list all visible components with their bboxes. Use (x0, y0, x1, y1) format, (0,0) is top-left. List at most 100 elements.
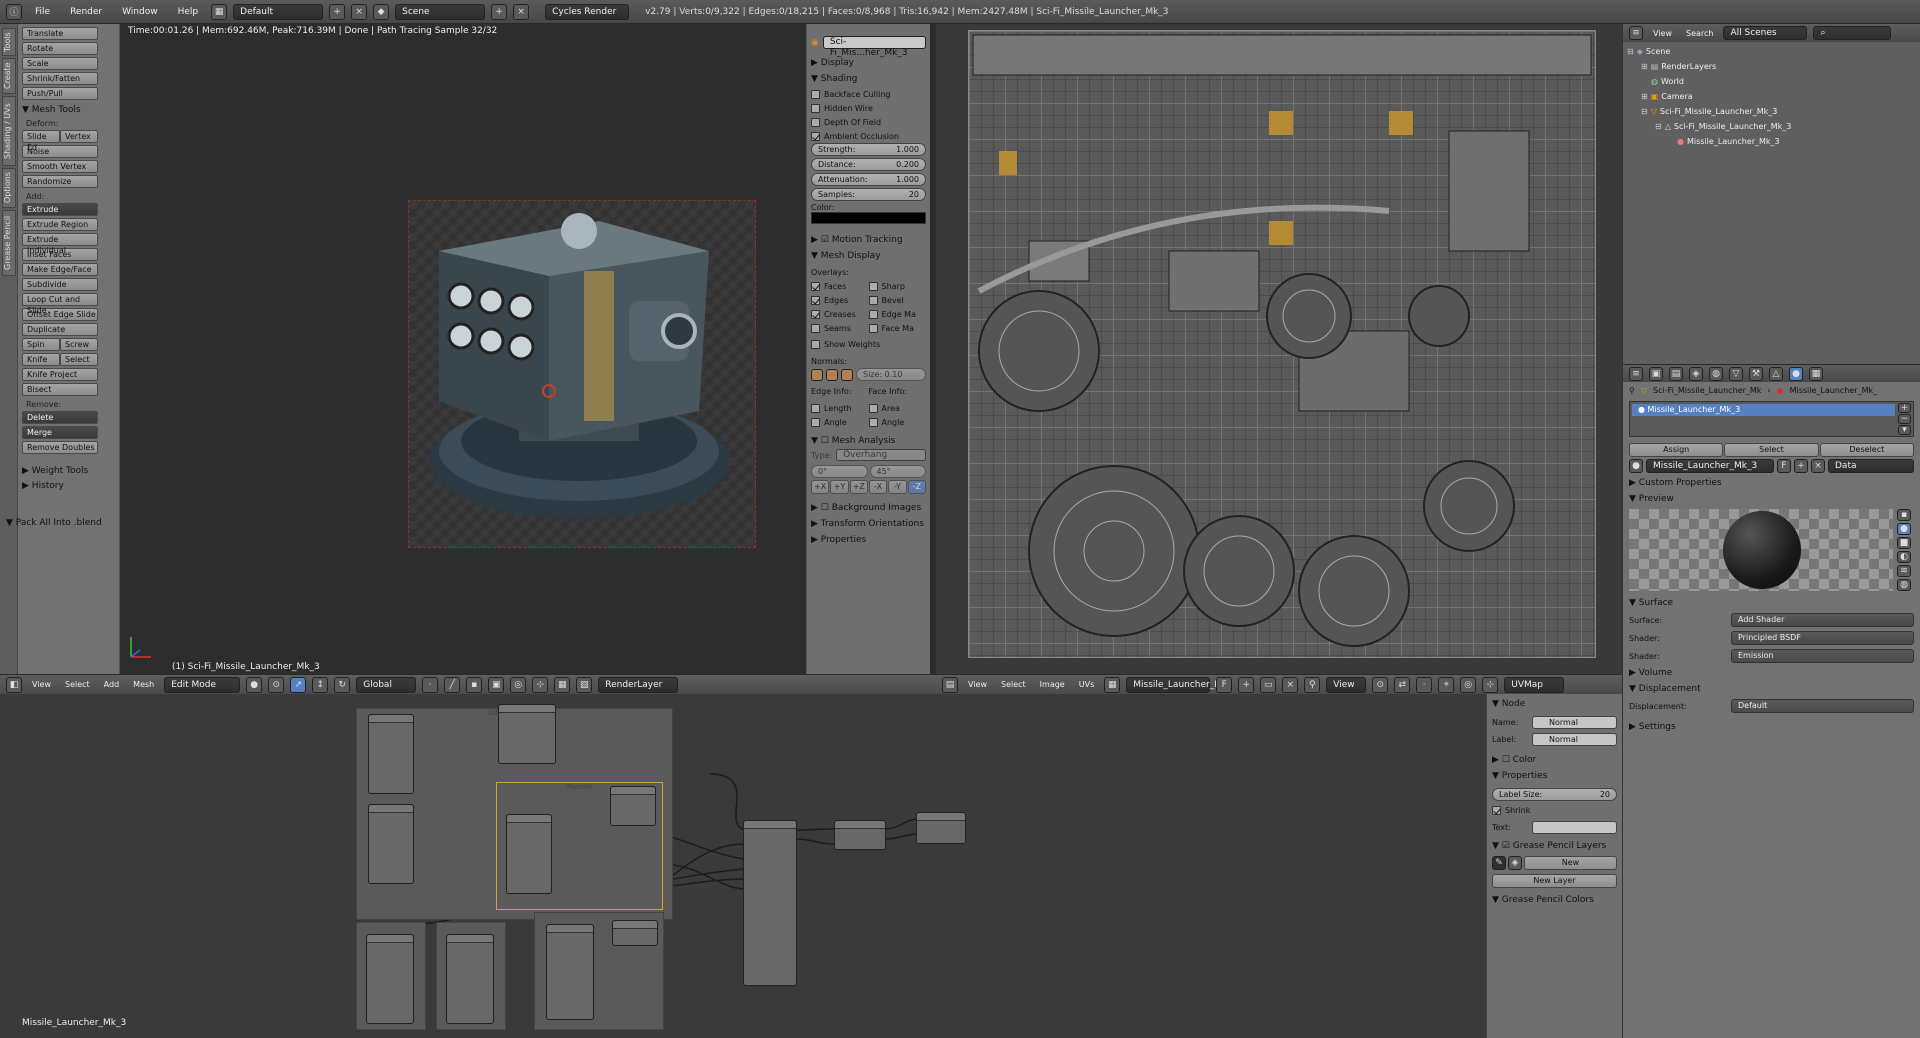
backface-culling-check[interactable]: Backface Culling (811, 87, 926, 101)
proportional-icon[interactable]: ◎ (510, 676, 527, 693)
preview-sphere-icon[interactable]: ● (1897, 523, 1911, 535)
mix-rgb-node[interactable] (498, 704, 556, 764)
tab-create[interactable]: Create (2, 58, 16, 94)
edge-angle-check[interactable]: Angle (811, 415, 869, 429)
bisect-button[interactable]: Bisect (22, 383, 98, 396)
screw-button[interactable]: Screw (60, 338, 98, 351)
rotate-manip-icon[interactable]: ↻ (334, 676, 351, 693)
render-engine-select[interactable]: Cycles Render (545, 3, 630, 20)
image-fake-user-icon[interactable]: F (1216, 676, 1233, 693)
uv-view-menu[interactable]: View (964, 680, 991, 689)
ambient-occlusion-box[interactable] (811, 131, 820, 141)
preview-sky-icon[interactable]: ◍ (1897, 579, 1911, 591)
ao-attenuation-field[interactable]: Attenuation: 1.000 (811, 173, 926, 186)
vertex-select-icon[interactable]: · (422, 676, 439, 693)
hidden-wire-check[interactable]: Hidden Wire (811, 101, 926, 115)
edge-length-box[interactable] (811, 403, 820, 413)
displacement-header[interactable]: ▼ Displacement (1623, 681, 1920, 697)
pivot-icon[interactable]: ⊙ (268, 676, 285, 693)
shading-mode-icon[interactable]: ● (246, 676, 263, 693)
scene-icon[interactable]: ◆ (373, 3, 390, 20)
assign-button[interactable]: Assign (1629, 443, 1724, 457)
seams-box[interactable] (811, 323, 820, 333)
subdivide-button[interactable]: Subdivide (22, 278, 98, 291)
offset-edge-slide-button[interactable]: Offset Edge Slide (22, 308, 98, 321)
deselect-button[interactable]: Deselect (1819, 443, 1914, 457)
layers-tab-icon[interactable]: ▤ (1669, 366, 1683, 381)
edges-box[interactable] (811, 295, 820, 305)
gp-pencil-icon[interactable]: ✎ (1492, 856, 1506, 870)
merge-dropdown[interactable]: Merge (22, 426, 98, 439)
roughness-image-node[interactable] (366, 934, 414, 1024)
add-material-icon[interactable]: + (1794, 459, 1808, 473)
gp-colors-header[interactable]: ▼ Grease Pencil Colors (1492, 892, 1617, 908)
loop-cut-button[interactable]: Loop Cut and Slide (22, 293, 98, 315)
remove-slot-icon[interactable]: − (1898, 414, 1911, 424)
backface-culling-box[interactable] (811, 89, 820, 99)
pin-image-icon[interactable]: ⚲ (1304, 676, 1321, 693)
preview-flat-icon[interactable]: ▪ (1897, 509, 1911, 521)
uv-pivot-icon[interactable]: ⊙ (1372, 676, 1389, 693)
text-datablock-input[interactable] (1532, 821, 1617, 834)
tab-tools[interactable]: Tools (2, 28, 16, 56)
hidden-wire-box[interactable] (811, 103, 820, 113)
ao-distance-field[interactable]: Distance: 0.200 (811, 158, 926, 171)
scene-tab-icon[interactable]: ◈ (1689, 366, 1703, 381)
outliner-item-camera[interactable]: ⊞ ▣ Camera (1627, 89, 1916, 104)
custom-properties-header[interactable]: ▶ Custom Properties (1623, 475, 1920, 491)
add-slot-icon[interactable]: + (1898, 403, 1911, 413)
seams-check[interactable]: Seams (811, 321, 869, 335)
face-area-check[interactable]: Area (868, 401, 927, 415)
image-unlink-icon[interactable]: × (1282, 676, 1299, 693)
emission-node[interactable] (612, 920, 658, 946)
scene-select[interactable]: Scene (395, 3, 486, 20)
creases-box[interactable] (811, 309, 820, 319)
creases-check[interactable]: Creases (811, 307, 869, 321)
renderlayer-select[interactable]: RenderLayer (598, 676, 679, 693)
translate-button[interactable]: Translate (22, 27, 98, 40)
material-slot-item[interactable]: ● Missile_Launcher_Mk_3 (1632, 404, 1895, 416)
faces-check[interactable]: Faces (811, 279, 869, 293)
normals-size-field[interactable]: Size: 0.10 (856, 368, 926, 381)
menu-render[interactable]: Render (63, 7, 109, 17)
mesh-analysis-header[interactable]: ▼ ☐ Mesh Analysis (811, 433, 926, 449)
render-tab-icon[interactable]: ▣ (1649, 366, 1663, 381)
menu-file[interactable]: File (28, 7, 57, 17)
image-texture-node[interactable] (368, 804, 414, 884)
randomize-button[interactable]: Randomize (22, 175, 98, 188)
edge-marks-box[interactable] (868, 309, 878, 319)
gp-layers-header[interactable]: ▼ ☑ Grease Pencil Layers (1492, 838, 1617, 854)
texture-tab-icon[interactable]: ▦ (1809, 366, 1823, 381)
uv-select-mode-icon[interactable]: · (1416, 676, 1433, 693)
edge-angle-box[interactable] (811, 417, 820, 427)
face-angle-check[interactable]: Angle (868, 415, 927, 429)
remove-layout-icon[interactable]: × (351, 3, 368, 20)
unlink-material-icon[interactable]: × (1811, 459, 1825, 473)
show-weights-check[interactable]: Show Weights (811, 337, 926, 351)
expand-icon[interactable]: ⊞ (1641, 89, 1648, 104)
motion-tracking-header[interactable]: ▶ ☑ Motion Tracking (811, 232, 926, 248)
uv-snap-icon[interactable]: ⊹ (1482, 676, 1499, 693)
emission-image-node[interactable] (546, 924, 594, 1020)
axis-py-button[interactable]: +Y (830, 480, 849, 494)
inset-faces-button[interactable]: Inset Faces (22, 248, 98, 261)
pin-icon[interactable]: ⚲ (1629, 386, 1635, 395)
duplicate-button[interactable]: Duplicate (22, 323, 98, 336)
world-tab-icon[interactable]: ◍ (1709, 366, 1723, 381)
layers-icon[interactable]: ▦ (554, 676, 571, 693)
expand-icon[interactable]: ⊟ (1627, 44, 1634, 59)
viewport-type-icon[interactable]: ◧ (6, 676, 22, 693)
mesh-tools-header[interactable]: ▼ Mesh Tools (22, 105, 115, 115)
new-layer-button[interactable]: New Layer (1492, 874, 1617, 888)
material-browse-icon[interactable]: ● (1629, 459, 1643, 473)
normal-map-node[interactable] (610, 786, 656, 826)
preview-hair-icon[interactable]: ≋ (1897, 565, 1911, 577)
properties-type-icon[interactable]: ≡ (1629, 366, 1643, 381)
knife-project-button[interactable]: Knife Project (22, 368, 98, 381)
normal-image-node[interactable] (506, 814, 552, 894)
face-select-icon[interactable]: ▪ (466, 676, 483, 693)
image-browse-icon[interactable]: ▦ (1104, 676, 1121, 693)
outliner-item-mesh-data[interactable]: ⊟ △ Sci-Fi_Missile_Launcher_Mk_3 (1627, 119, 1916, 134)
sharp-check[interactable]: Sharp (868, 279, 927, 293)
tab-grease-pencil[interactable]: Grease Pencil (2, 210, 16, 276)
